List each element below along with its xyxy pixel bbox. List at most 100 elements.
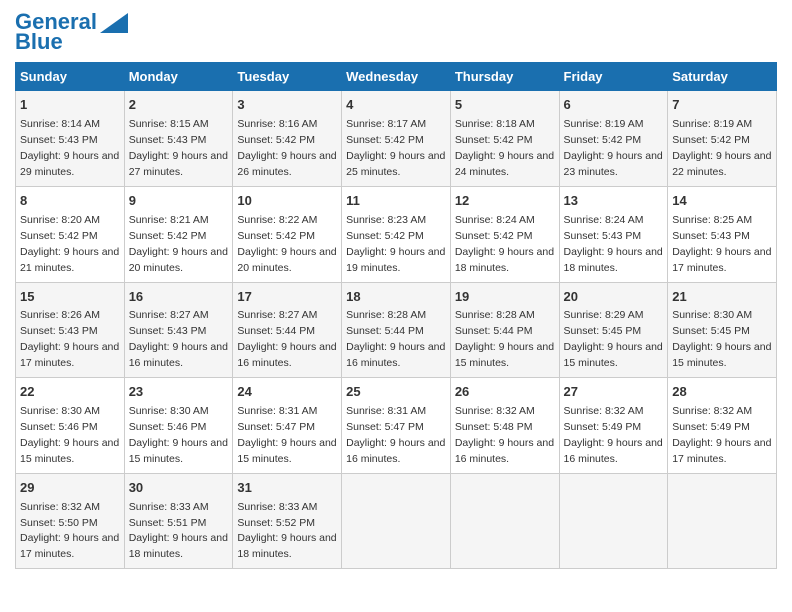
day-number: 25 [346, 383, 446, 402]
day-cell: 1 Sunrise: 8:14 AM Sunset: 5:43 PM Daylight… [16, 91, 125, 187]
daylight: Daylight: 9 hours and 20 minutes. [129, 246, 228, 274]
daylight: Daylight: 9 hours and 21 minutes. [20, 246, 119, 274]
daylight: Daylight: 9 hours and 18 minutes. [129, 532, 228, 560]
day-number: 5 [455, 96, 555, 115]
header-row: SundayMondayTuesdayWednesdayThursdayFrid… [16, 63, 777, 91]
day-cell: 3Sunrise: 8:16 AMSunset: 5:42 PMDaylight… [233, 91, 342, 187]
day-header-wednesday: Wednesday [342, 63, 451, 91]
logo-blue: Blue [15, 29, 63, 54]
sunset: Sunset: 5:42 PM [20, 230, 98, 242]
sunrise: Sunrise: 8:14 AM [20, 118, 100, 130]
daylight: Daylight: 9 hours and 17 minutes. [672, 246, 771, 274]
sunset: Sunset: 5:46 PM [129, 421, 207, 433]
day-number: 11 [346, 192, 446, 211]
sunset: Sunset: 5:43 PM [564, 230, 642, 242]
sunrise: Sunrise: 8:33 AM [129, 501, 209, 513]
week-row-2: 8Sunrise: 8:20 AMSunset: 5:42 PMDaylight… [16, 186, 777, 282]
sunrise: Sunrise: 8:28 AM [346, 309, 426, 321]
day-number: 15 [20, 288, 120, 307]
day-cell: 23Sunrise: 8:30 AMSunset: 5:46 PMDayligh… [124, 378, 233, 474]
day-cell: 17Sunrise: 8:27 AMSunset: 5:44 PMDayligh… [233, 282, 342, 378]
daylight: Daylight: 9 hours and 17 minutes. [672, 437, 771, 465]
sunset: Sunset: 5:47 PM [346, 421, 424, 433]
day-number: 29 [20, 479, 120, 498]
sunset: Sunset: 5:43 PM [672, 230, 750, 242]
sunrise: Sunrise: 8:32 AM [20, 501, 100, 513]
sunrise: Sunrise: 8:32 AM [455, 405, 535, 417]
day-header-saturday: Saturday [668, 63, 777, 91]
day-cell: 7Sunrise: 8:19 AMSunset: 5:42 PMDaylight… [668, 91, 777, 187]
daylight: Daylight: 9 hours and 16 minutes. [564, 437, 663, 465]
day-number: 9 [129, 192, 229, 211]
day-number: 7 [672, 96, 772, 115]
sunset: Sunset: 5:42 PM [346, 230, 424, 242]
day-number: 2 [129, 96, 229, 115]
sunset: Sunset: 5:42 PM [672, 134, 750, 146]
day-number: 1 [20, 96, 120, 115]
day-cell: 28Sunrise: 8:32 AMSunset: 5:49 PMDayligh… [668, 378, 777, 474]
sunrise: Sunrise: 8:32 AM [564, 405, 644, 417]
sunset: Sunset: 5:44 PM [237, 325, 315, 337]
day-cell: 16Sunrise: 8:27 AMSunset: 5:43 PMDayligh… [124, 282, 233, 378]
day-number: 14 [672, 192, 772, 211]
day-header-monday: Monday [124, 63, 233, 91]
daylight: Daylight: 9 hours and 16 minutes. [455, 437, 554, 465]
daylight: Daylight: 9 hours and 24 minutes. [455, 150, 554, 178]
day-cell [668, 473, 777, 569]
daylight: Daylight: 9 hours and 17 minutes. [20, 341, 119, 369]
sunrise: Sunrise: 8:16 AM [237, 118, 317, 130]
sunrise: Sunrise: 8:31 AM [346, 405, 426, 417]
sunset: Sunset: 5:42 PM [455, 134, 533, 146]
sunrise: Sunrise: 8:17 AM [346, 118, 426, 130]
sunrise: Sunrise: 8:30 AM [129, 405, 209, 417]
day-number: 8 [20, 192, 120, 211]
daylight: Daylight: 9 hours and 16 minutes. [346, 437, 445, 465]
day-number: 13 [564, 192, 664, 211]
calendar-table: SundayMondayTuesdayWednesdayThursdayFrid… [15, 62, 777, 569]
sunset: Sunset: 5:43 PM [20, 325, 98, 337]
day-number: 4 [346, 96, 446, 115]
sunset: Sunset: 5:50 PM [20, 517, 98, 529]
sunrise: Sunrise: 8:33 AM [237, 501, 317, 513]
day-cell: 18Sunrise: 8:28 AMSunset: 5:44 PMDayligh… [342, 282, 451, 378]
daylight: Daylight: 9 hours and 25 minutes. [346, 150, 445, 178]
week-row-1: 1 Sunrise: 8:14 AM Sunset: 5:43 PM Daylight… [16, 91, 777, 187]
sunset: Sunset: 5:48 PM [455, 421, 533, 433]
day-number: 16 [129, 288, 229, 307]
sunset: Sunset: 5:42 PM [129, 230, 207, 242]
day-cell: 27Sunrise: 8:32 AMSunset: 5:49 PMDayligh… [559, 378, 668, 474]
daylight: Daylight: 9 hours and 20 minutes. [237, 246, 336, 274]
day-header-friday: Friday [559, 63, 668, 91]
daylight: Daylight: 9 hours and 15 minutes. [672, 341, 771, 369]
day-number: 6 [564, 96, 664, 115]
day-number: 24 [237, 383, 337, 402]
sunrise: Sunrise: 8:27 AM [237, 309, 317, 321]
day-cell: 11Sunrise: 8:23 AMSunset: 5:42 PMDayligh… [342, 186, 451, 282]
day-cell: 4Sunrise: 8:17 AMSunset: 5:42 PMDaylight… [342, 91, 451, 187]
day-number: 30 [129, 479, 229, 498]
day-cell: 24Sunrise: 8:31 AMSunset: 5:47 PMDayligh… [233, 378, 342, 474]
daylight: Daylight: 9 hours and 16 minutes. [237, 341, 336, 369]
sunrise: Sunrise: 8:22 AM [237, 214, 317, 226]
daylight: Daylight: 9 hours and 15 minutes. [129, 437, 228, 465]
day-number: 31 [237, 479, 337, 498]
day-cell: 13Sunrise: 8:24 AMSunset: 5:43 PMDayligh… [559, 186, 668, 282]
daylight: Daylight: 9 hours and 29 minutes. [20, 150, 119, 178]
daylight: Daylight: 9 hours and 16 minutes. [346, 341, 445, 369]
sunrise: Sunrise: 8:26 AM [20, 309, 100, 321]
daylight: Daylight: 9 hours and 23 minutes. [564, 150, 663, 178]
sunset: Sunset: 5:49 PM [564, 421, 642, 433]
sunset: Sunset: 5:51 PM [129, 517, 207, 529]
sunrise: Sunrise: 8:32 AM [672, 405, 752, 417]
sunset: Sunset: 5:49 PM [672, 421, 750, 433]
sunset: Sunset: 5:44 PM [455, 325, 533, 337]
daylight: Daylight: 9 hours and 16 minutes. [129, 341, 228, 369]
day-cell: 8Sunrise: 8:20 AMSunset: 5:42 PMDaylight… [16, 186, 125, 282]
daylight: Daylight: 9 hours and 15 minutes. [20, 437, 119, 465]
sunset: Sunset: 5:42 PM [455, 230, 533, 242]
day-number: 22 [20, 383, 120, 402]
day-cell: 10Sunrise: 8:22 AMSunset: 5:42 PMDayligh… [233, 186, 342, 282]
day-cell: 29 Sunrise: 8:32 AM Sunset: 5:50 PM Dayligh… [16, 473, 125, 569]
sunset: Sunset: 5:43 PM [20, 134, 98, 146]
daylight: Daylight: 9 hours and 17 minutes. [20, 532, 119, 560]
